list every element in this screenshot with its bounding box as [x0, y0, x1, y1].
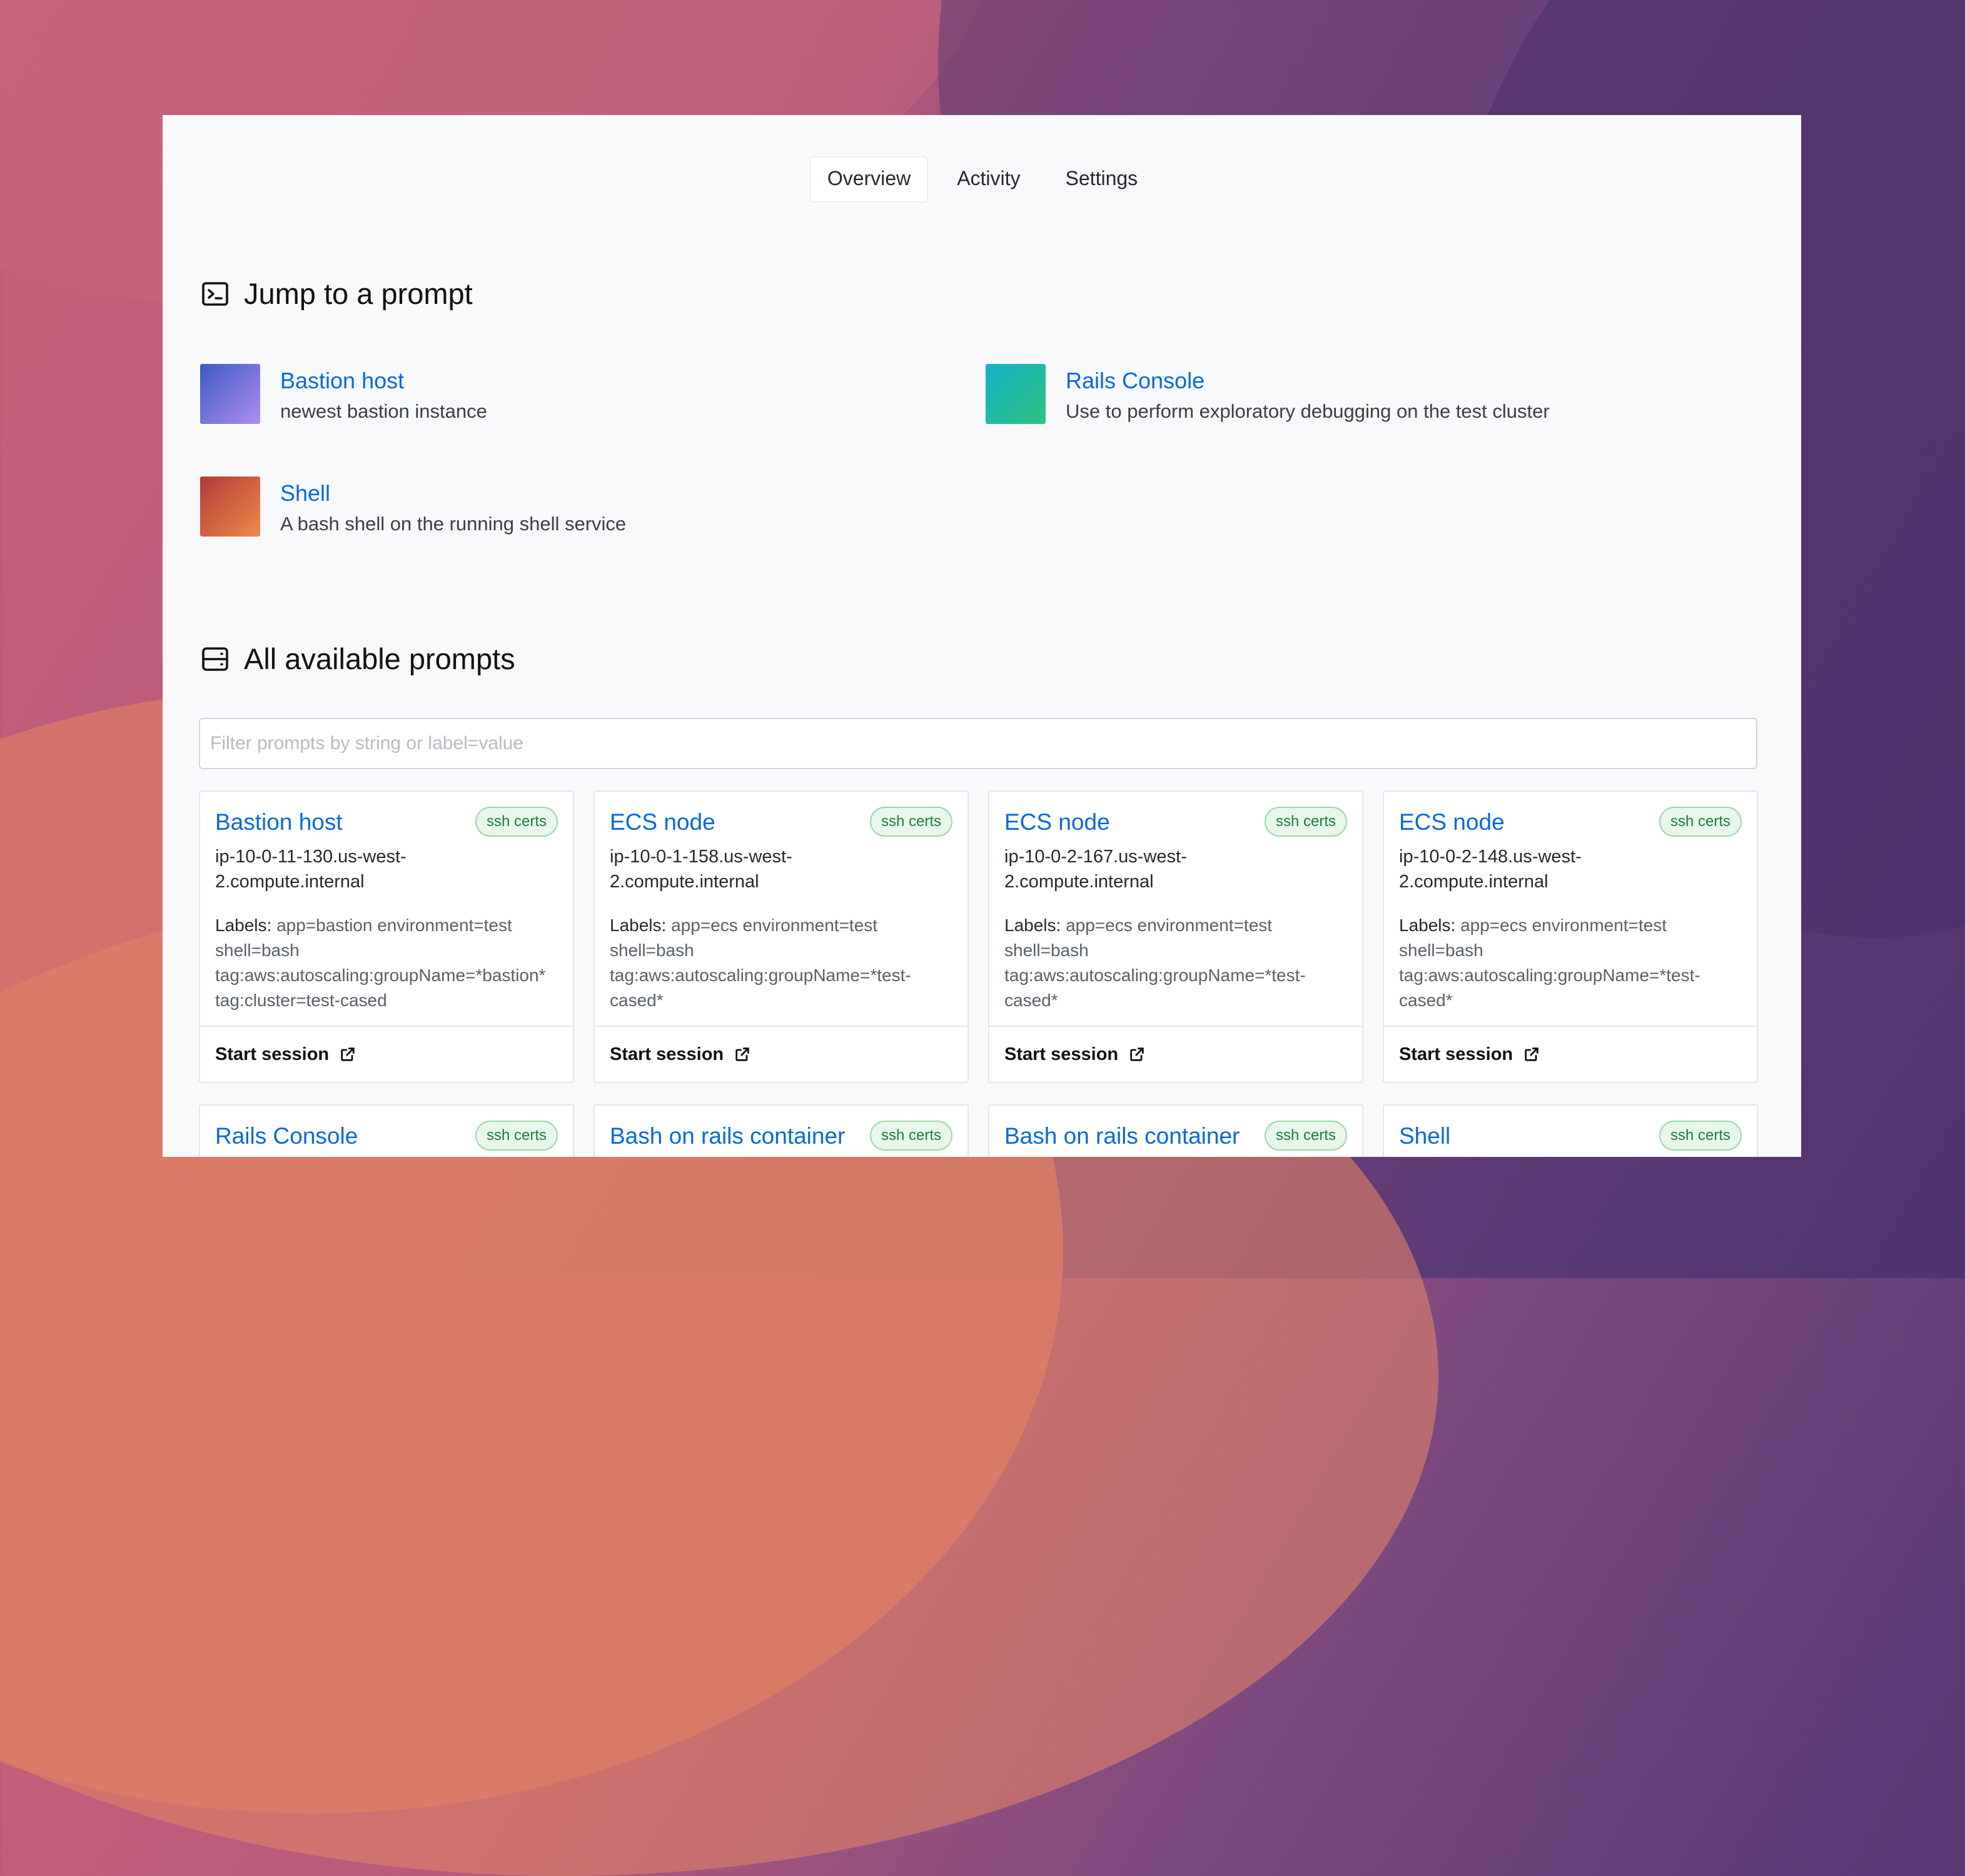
tab-settings[interactable]: Settings	[1049, 156, 1154, 200]
jump-section-title: Jump to a prompt	[244, 277, 473, 310]
ssh-certs-badge: ssh certs	[475, 807, 558, 837]
jump-desc-bastion-host: newest bastion instance	[280, 400, 487, 422]
prompt-card: Bash on rails container ssh certs	[988, 1104, 1363, 1157]
prompt-card-labels: Labels: app=ecs environment=test shell=b…	[610, 915, 911, 1010]
tab-activity[interactable]: Activity	[941, 156, 1036, 200]
prompt-card-host: ip-10-0-1-158.us-west- 2.compute.internal	[610, 847, 792, 892]
jump-link-rails-console[interactable]: Rails Console	[1066, 368, 1550, 394]
jump-item-rails-console: Rails Console Use to perform exploratory…	[986, 364, 1550, 424]
external-link-icon	[341, 1047, 355, 1061]
jump-item-shell: Shell A bash shell on the running shell …	[200, 477, 626, 537]
prompt-card: ECS node ssh certs ip-10-0-2-148.us-west…	[1383, 790, 1758, 1083]
external-link-icon	[735, 1047, 749, 1061]
prompt-card: ECS node ssh certs ip-10-0-2-167.us-west…	[988, 790, 1363, 1083]
ssh-certs-badge: ssh certs	[869, 807, 952, 837]
app-window: Overview Activity Settings Jump to a pro…	[163, 115, 1801, 1157]
external-link-icon	[1130, 1047, 1144, 1061]
filter-prompts-input[interactable]	[199, 718, 1757, 769]
prompt-card-host: ip-10-0-11-130.us-west- 2.compute.interna…	[215, 847, 407, 892]
shell-swatch	[200, 477, 260, 537]
ssh-certs-badge: ssh certs	[475, 1121, 558, 1151]
prompt-card-labels: Labels: app=ecs environment=test shell=b…	[1399, 915, 1700, 1010]
jump-link-bastion-host[interactable]: Bastion host	[280, 368, 487, 394]
prompt-card-host: ip-10-0-2-167.us-west- 2.compute.internal	[1004, 847, 1187, 892]
ssh-certs-badge: ssh certs	[869, 1121, 952, 1151]
tab-bar: Overview Activity Settings	[163, 156, 1801, 203]
start-session-button[interactable]: Start session	[989, 1026, 1362, 1082]
ssh-certs-badge: ssh certs	[1264, 1121, 1347, 1151]
bastion-host-swatch	[200, 364, 260, 424]
jump-item-bastion-host: Bastion host newest bastion instance	[200, 364, 487, 424]
ssh-certs-badge: ssh certs	[1659, 1121, 1742, 1151]
ssh-certs-badge: ssh certs	[1264, 807, 1347, 837]
terminal-icon	[202, 281, 228, 306]
start-session-button[interactable]: Start session	[1384, 1026, 1757, 1082]
jump-desc-shell: A bash shell on the running shell servic…	[280, 513, 627, 535]
prompt-card-labels: Labels: app=ecs environment=test shell=b…	[1004, 915, 1306, 1010]
prompt-card-host: ip-10-0-2-148.us-west- 2.compute.internal	[1399, 847, 1582, 892]
start-session-button[interactable]: Start session	[595, 1026, 967, 1082]
tab-overview[interactable]: Overview	[809, 156, 929, 203]
prompt-card: Rails Console ssh certs	[199, 1104, 574, 1157]
prompt-card-labels: Labels: app=bastion environment=test she…	[215, 915, 546, 1010]
jump-desc-rails-console: Use to perform exploratory debugging on …	[1066, 400, 1550, 422]
prompt-card: Shell ssh certs	[1383, 1104, 1758, 1157]
server-icon	[202, 647, 228, 671]
all-section-title: All available prompts	[244, 642, 515, 675]
prompt-card: Bastion host ssh certs ip-10-0-11-130.us…	[199, 790, 574, 1083]
jump-link-shell[interactable]: Shell	[280, 480, 626, 507]
start-session-button[interactable]: Start session	[200, 1026, 573, 1082]
jump-section-heading: Jump to a prompt	[200, 276, 473, 311]
prompt-card: Bash on rails container ssh certs	[594, 1104, 969, 1157]
all-section-heading: All available prompts	[200, 642, 515, 676]
prompt-card: ECS node ssh certs ip-10-0-1-158.us-west…	[594, 790, 969, 1083]
rails-console-swatch	[986, 364, 1046, 424]
external-link-icon	[1525, 1047, 1538, 1061]
ssh-certs-badge: ssh certs	[1659, 807, 1742, 837]
